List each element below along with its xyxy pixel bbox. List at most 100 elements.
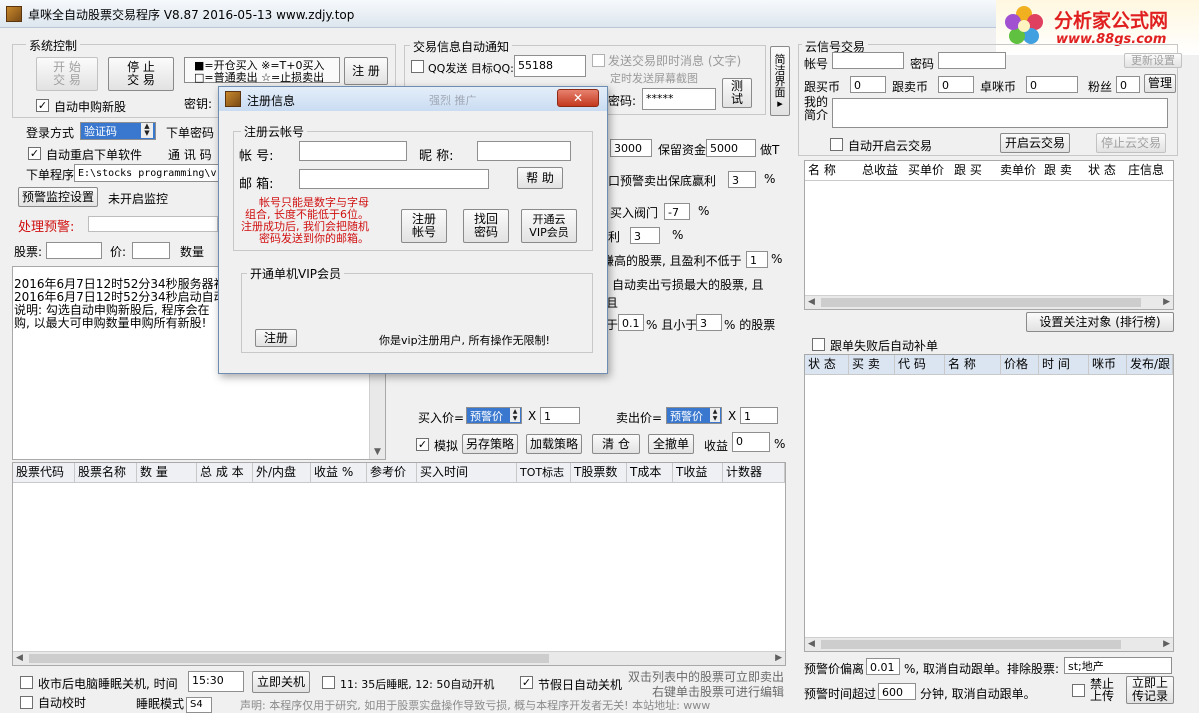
holdings-table[interactable]: 股票代码 股票名称 数 量 总 成 本 外/内盘 收益 % 参考价 买入时间 T…: [12, 462, 786, 666]
column-header[interactable]: 总 成 本: [197, 463, 253, 482]
column-header[interactable]: 参考价: [367, 463, 417, 482]
auto-cloud-checkbox[interactable]: [830, 138, 843, 151]
column-header[interactable]: 发布/跟: [1127, 355, 1173, 374]
column-header[interactable]: 买入时间: [417, 463, 517, 482]
holdings-hscrollbar[interactable]: ◀ ▶: [13, 651, 785, 665]
column-header[interactable]: 股票名称: [75, 463, 137, 482]
scroll-left-icon[interactable]: ◀: [808, 297, 815, 307]
auto-clock-checkbox[interactable]: [20, 696, 33, 709]
save-strategy-button[interactable]: 另存策略: [462, 434, 518, 454]
stock-input[interactable]: [46, 242, 102, 259]
exclude-stocks-input[interactable]: st;地产: [1064, 657, 1172, 674]
notify-password-input[interactable]: *****: [642, 88, 716, 110]
column-header[interactable]: 代 码: [895, 355, 945, 374]
shutdown-time-input[interactable]: 15:30: [188, 671, 244, 692]
follow-buy-input[interactable]: 0: [850, 76, 886, 93]
dialog-nickname-input[interactable]: [477, 141, 571, 161]
start-cloud-button[interactable]: 开启云交易: [1000, 133, 1070, 153]
upload-now-button[interactable]: 立即上 传记录: [1126, 676, 1174, 704]
shutdown-checkbox[interactable]: [20, 676, 33, 689]
open-cloud-vip-button[interactable]: 开通云 VIP会员: [521, 209, 577, 243]
column-header[interactable]: 卖单价: [997, 161, 1041, 180]
column-header[interactable]: 买 卖: [849, 355, 895, 374]
simulate-checkbox[interactable]: ✓: [416, 438, 429, 451]
close-icon[interactable]: ✕: [557, 89, 599, 107]
zhuomi-coin-input[interactable]: 0: [1026, 76, 1078, 93]
ban-upload-checkbox[interactable]: [1072, 684, 1085, 697]
alert-sell-input[interactable]: 3: [728, 171, 756, 188]
load-strategy-button[interactable]: 加载策略: [526, 434, 582, 454]
stop-trading-button[interactable]: 停 止 交 易: [108, 57, 174, 91]
shutdown-now-button[interactable]: 立即关机: [252, 671, 310, 693]
dialog-email-input[interactable]: [299, 169, 489, 189]
login-mode-select[interactable]: 验证码 ▲ ▼: [80, 122, 156, 140]
cloud-signal-list[interactable]: 名 称 总收益 买单价 跟 买 卖单价 跟 卖 状 态 庄信息 ◀ ▶: [804, 160, 1174, 310]
scroll-thumb[interactable]: [821, 640, 1121, 649]
holiday-shutdown-checkbox[interactable]: ✓: [520, 676, 533, 689]
deviation-input[interactable]: 0.01: [866, 658, 900, 675]
scroll-thumb[interactable]: [821, 298, 1141, 307]
register-button[interactable]: 注 册: [344, 57, 388, 85]
column-header[interactable]: T股票数: [571, 463, 627, 482]
simple-interface-button[interactable]: 简 洁 界 面 ▸: [770, 46, 790, 116]
buy-multiplier-input[interactable]: 1: [540, 407, 580, 424]
reserve-input[interactable]: 5000: [706, 139, 756, 157]
column-header[interactable]: 股票代码: [13, 463, 75, 482]
manage-button[interactable]: 管理: [1144, 74, 1176, 93]
follow-order-hscrollbar[interactable]: ◀ ▶: [805, 637, 1173, 651]
column-header[interactable]: 收益 %: [311, 463, 367, 482]
dialog-account-input[interactable]: [299, 141, 407, 161]
auto-restart-checkbox[interactable]: ✓: [28, 147, 41, 160]
register-account-button[interactable]: 注册 帐号: [401, 209, 447, 243]
funds-input[interactable]: 3000: [610, 139, 652, 157]
dialog-title-bar[interactable]: 注册信息 强烈 推广 ✕: [219, 87, 607, 111]
column-header[interactable]: 名 称: [805, 161, 859, 180]
cloud-signal-hscrollbar[interactable]: ◀ ▶: [805, 295, 1173, 309]
column-header[interactable]: T收益: [673, 463, 723, 482]
column-header[interactable]: 咪币: [1089, 355, 1127, 374]
order-program-field[interactable]: E:\stocks programming\v: [74, 164, 220, 182]
column-header[interactable]: 数 量: [137, 463, 197, 482]
recover-password-button[interactable]: 找回 密码: [463, 209, 509, 243]
profit-input[interactable]: 3: [630, 227, 660, 244]
sell-price-select[interactable]: 预警价 ▲ ▼: [666, 407, 722, 424]
scroll-thumb[interactable]: [29, 654, 549, 663]
sleep-mode-input[interactable]: S4: [186, 697, 212, 713]
test-button[interactable]: 测 试: [722, 78, 752, 108]
column-header[interactable]: 跟 买: [951, 161, 997, 180]
scroll-right-icon[interactable]: ▶: [1163, 639, 1170, 649]
price-input[interactable]: [132, 242, 170, 259]
fans-input[interactable]: 0: [1116, 76, 1140, 93]
cloud-account-input[interactable]: [832, 52, 904, 69]
alert-settings-button[interactable]: 预警监控设置: [18, 187, 98, 207]
buy-price-select[interactable]: 预警价 ▲ ▼: [466, 407, 522, 424]
column-header[interactable]: 总收益: [859, 161, 905, 180]
auto-ipo-checkbox[interactable]: ✓: [36, 99, 49, 112]
timeout-input[interactable]: 600: [878, 683, 916, 700]
set-focus-button[interactable]: 设置关注对象 (排行榜): [1026, 312, 1174, 332]
range-max-input[interactable]: 3: [696, 314, 722, 331]
target-qq-input[interactable]: 55188: [514, 55, 586, 77]
scroll-right-icon[interactable]: ▶: [1163, 297, 1170, 307]
column-header[interactable]: 计数器: [723, 463, 785, 482]
sell-multiplier-input[interactable]: 1: [740, 407, 778, 424]
column-header[interactable]: 状 态: [1085, 161, 1125, 180]
vip-register-button[interactable]: 注册: [255, 329, 297, 347]
scroll-left-icon[interactable]: ◀: [808, 639, 815, 649]
instant-msg-checkbox[interactable]: [592, 54, 605, 67]
column-header[interactable]: 买单价: [905, 161, 951, 180]
cloud-password-input[interactable]: [938, 52, 1006, 69]
qq-send-checkbox[interactable]: [411, 60, 424, 73]
column-header[interactable]: 名 称: [945, 355, 1001, 374]
sleep-schedule-checkbox[interactable]: [322, 676, 335, 689]
change-settings-button[interactable]: 更新设置: [1124, 53, 1182, 68]
income-input[interactable]: 0: [732, 432, 770, 452]
follow-order-list[interactable]: 状 态 买 卖 代 码 名 称 价格 时 间 咪币 发布/跟 ◀ ▶: [804, 354, 1174, 652]
start-trading-button[interactable]: 开 始 交 易: [36, 57, 98, 91]
column-header[interactable]: TOT标志: [517, 463, 571, 482]
column-header[interactable]: 状 态: [805, 355, 849, 374]
scroll-down-icon[interactable]: ▼: [374, 447, 381, 457]
intro-textarea[interactable]: [832, 98, 1168, 128]
help-button[interactable]: 帮 助: [517, 167, 563, 189]
cancel-all-button[interactable]: 全撤单: [648, 434, 694, 454]
